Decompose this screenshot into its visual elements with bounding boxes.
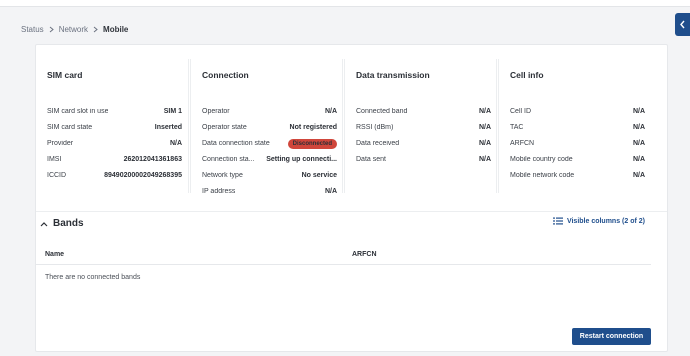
row-label: IP address (202, 188, 236, 195)
row-value: N/A (324, 108, 337, 115)
row-value: N/A (478, 140, 491, 147)
sim-card-section: SIM card SIM card slot in use SIM 1 SIM c… (36, 59, 189, 193)
info-row: Connection sta... Setting up connecti... (202, 154, 337, 165)
info-row: Connected band N/A (356, 106, 491, 117)
breadcrumb-mobile: Mobile (103, 25, 129, 34)
status-badge: Disconnected (287, 138, 337, 149)
row-label: ICCID (47, 172, 67, 179)
row-label: Mobile country code (510, 156, 573, 163)
row-value: Inserted (154, 124, 182, 131)
row-label: Data received (356, 140, 400, 147)
row-label: Connection sta... (202, 156, 255, 163)
row-value: N/A (169, 140, 182, 147)
row-value: N/A (632, 140, 645, 147)
row-value: 89490200002049268395 (104, 172, 182, 179)
section-title: SIM card (47, 70, 83, 80)
info-row: Cell ID N/A (510, 106, 645, 117)
row-label: SIM card slot in use (47, 108, 109, 115)
breadcrumb: Status Network Mobile (21, 25, 128, 34)
bands-toggle[interactable]: Bands (40, 218, 84, 229)
row-label: TAC (510, 124, 524, 131)
info-row: SIM card state Inserted (47, 122, 182, 133)
info-row: Data connection state Disconnected (202, 138, 337, 149)
row-label: IMSI (47, 156, 62, 163)
row-label: Operator state (202, 124, 247, 131)
row-label: SIM card state (47, 124, 93, 131)
info-row: Provider N/A (47, 138, 182, 149)
info-row: Mobile country code N/A (510, 154, 645, 165)
top-bar (0, 0, 690, 7)
row-value: Setting up connecti... (266, 156, 337, 163)
row-value: N/A (632, 124, 645, 131)
row-label: Network type (202, 172, 243, 179)
bands-title: Bands (53, 218, 84, 229)
info-row: ARFCN N/A (510, 138, 645, 149)
info-row: Operator N/A (202, 106, 337, 117)
info-row: Operator state Not registered (202, 122, 337, 133)
row-label: Mobile network code (510, 172, 575, 179)
cell-info-section: Cell info Cell ID N/A TAC N/A ARFCN N/A Mob… (498, 59, 651, 193)
row-label: Operator (202, 108, 230, 115)
bands-table-header: Name ARFCN (36, 243, 651, 265)
chevron-left-icon (680, 20, 685, 29)
row-value: N/A (632, 156, 645, 163)
row-value: Not registered (289, 124, 337, 131)
empty-bands-message: There are no connected bands (45, 274, 141, 281)
info-row: SIM card slot in use SIM 1 (47, 106, 182, 117)
connection-section: Connection Operator N/A Operator state Not… (190, 59, 343, 195)
row-label: Data connection state (202, 140, 270, 147)
columns-list-icon (552, 217, 563, 225)
row-value: N/A (324, 188, 337, 195)
info-row: Mobile network code N/A (510, 170, 645, 181)
info-row: RSSI (dBm) N/A (356, 122, 491, 133)
row-value: 262012041361863 (123, 156, 182, 163)
data-transmission-section: Data transmission Connected band N/A RSSI… (344, 59, 497, 193)
info-row: Data sent N/A (356, 154, 491, 165)
info-row: Data received N/A (356, 138, 491, 149)
mobile-status-card: SIM card SIM card slot in use SIM 1 SIM c… (35, 44, 668, 352)
row-value: N/A (478, 108, 491, 115)
row-label: Provider (47, 140, 74, 147)
row-label: Data sent (356, 156, 386, 163)
info-row: ICCID 89490200002049268395 (47, 170, 182, 181)
chevron-right-icon (93, 26, 98, 33)
row-label: RSSI (dBm) (356, 124, 394, 131)
chevron-right-icon (49, 26, 54, 33)
visible-columns-label: Visible columns (2 of 2) (566, 217, 645, 225)
info-row: TAC N/A (510, 122, 645, 133)
section-title: Cell info (510, 70, 544, 80)
info-row: IP address N/A (202, 186, 337, 197)
row-value: N/A (632, 108, 645, 115)
breadcrumb-network[interactable]: Network (59, 25, 88, 34)
section-title: Connection (202, 70, 249, 80)
row-value: N/A (478, 156, 491, 163)
row-label: ARFCN (510, 140, 535, 147)
info-row: Network type No service (202, 170, 337, 181)
chevron-up-icon (40, 221, 48, 227)
column-header-name[interactable]: Name (45, 251, 64, 258)
info-row: IMSI 262012041361863 (47, 154, 182, 165)
side-panel-toggle[interactable] (675, 13, 690, 36)
visible-columns-button[interactable]: Visible columns (2 of 2) (552, 217, 645, 225)
row-value: N/A (478, 124, 491, 131)
row-value: N/A (632, 172, 645, 179)
row-value: SIM 1 (163, 108, 182, 115)
row-label: Connected band (356, 108, 408, 115)
section-title: Data transmission (356, 70, 430, 80)
restart-connection-button[interactable]: Restart connection (572, 328, 651, 345)
row-value: No service (301, 172, 337, 179)
column-header-arfcn[interactable]: ARFCN (352, 251, 377, 258)
breadcrumb-status[interactable]: Status (21, 25, 44, 34)
row-label: Cell ID (510, 108, 532, 115)
